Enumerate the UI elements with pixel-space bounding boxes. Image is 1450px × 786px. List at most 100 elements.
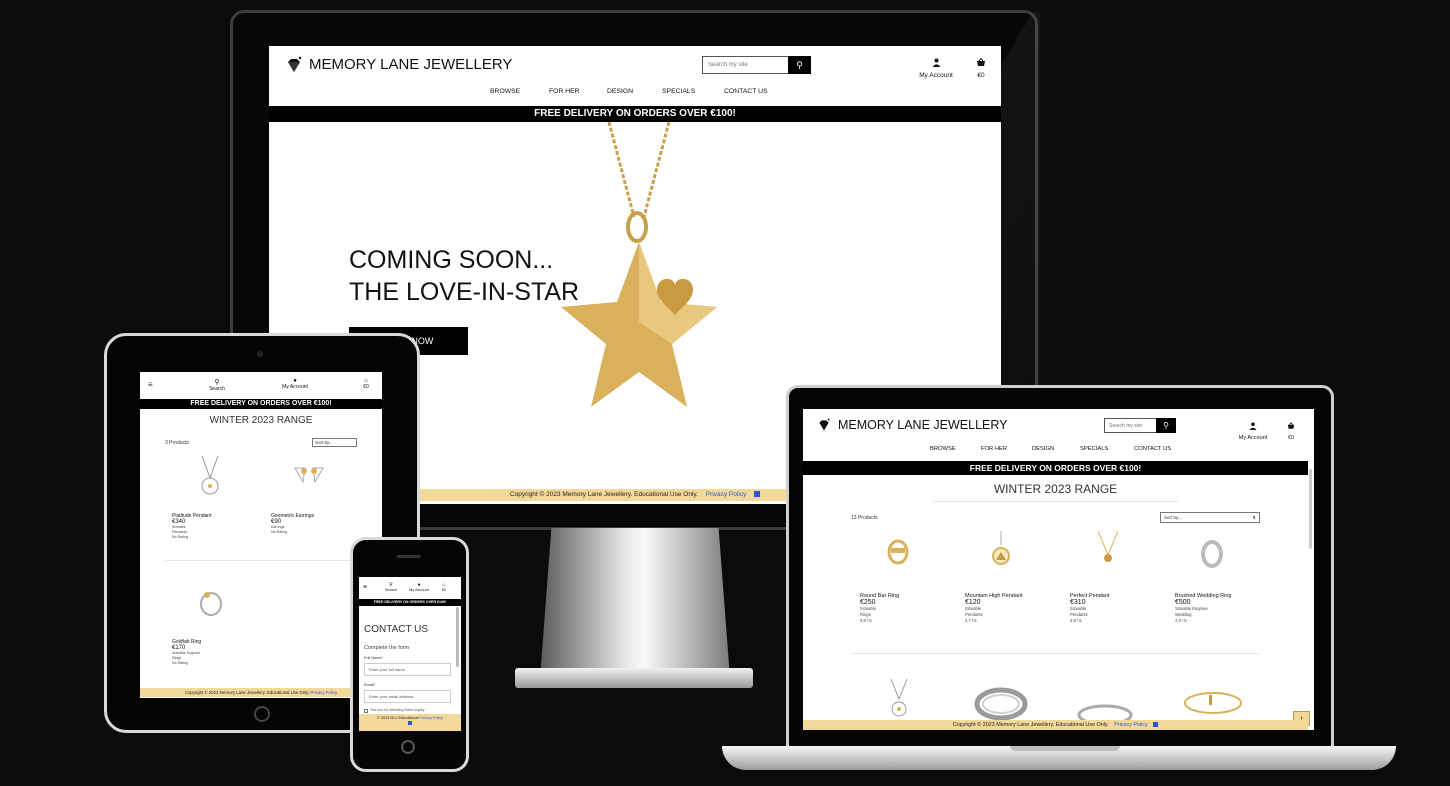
laptop-nav-contact-us[interactable]: CONTACT US (1134, 446, 1171, 452)
phone-account[interactable]: ● My Account (405, 582, 433, 592)
laptop-search-button[interactable]: ⚲ (1156, 418, 1176, 433)
laptop-account-link[interactable]: My Account (1231, 417, 1275, 441)
phone-privacy-link[interactable]: Privacy Policy (419, 716, 443, 720)
tablet-home-button[interactable] (254, 706, 270, 722)
phone-scrollbar[interactable] (456, 607, 459, 667)
tablet-basket[interactable]: ⌂ €0 (360, 378, 372, 390)
phone-search-label: Search (384, 588, 398, 592)
laptop-screen: MEMORY LANE JEWELLERY ⚲ My Account €0 BR… (803, 409, 1314, 730)
hamburger-icon[interactable]: ≡ (363, 584, 367, 591)
laptop-nav-for-her[interactable]: FOR HER (981, 446, 1007, 452)
laptop-heading-rule (933, 501, 1178, 502)
tablet-product-image (200, 592, 222, 616)
tablet-privacy-link[interactable]: Privacy Policy (310, 690, 337, 695)
laptop-product-image (1201, 540, 1223, 568)
phone-wedding-checkbox[interactable] (364, 709, 368, 713)
diamond-icon[interactable] (285, 56, 303, 79)
phone-subheading: Complete the form (364, 645, 410, 651)
basket-icon (1287, 422, 1295, 429)
laptop-brand-logo[interactable]: MEMORY LANE JEWELLERY (838, 418, 1008, 432)
phone-screen: ≡ ⚲ Search ● My Account ⌂ €0 FREE DELIVE… (359, 577, 461, 731)
phone-account-label: My Account (409, 588, 429, 592)
phone-search[interactable]: ⚲ Search (383, 582, 399, 592)
facebook-icon[interactable] (754, 491, 761, 498)
phone-banner: FREE DELIVERY ON ORDERS OVER €100! (359, 599, 461, 606)
laptop-product-image (992, 531, 1010, 565)
tablet-sort-select[interactable]: Sort by... (312, 438, 357, 447)
diamond-icon[interactable] (817, 418, 831, 437)
phone-speaker (397, 555, 421, 558)
laptop-product-price: €310 (1070, 599, 1086, 606)
phone-email-input[interactable]: Enter your email address (364, 690, 451, 703)
laptop-product-image (1097, 531, 1119, 562)
tablet-product-image (201, 456, 219, 495)
laptop-product-count: 13 Products (851, 515, 878, 521)
laptop-sort-select[interactable]: Sort by... ⬍ (1160, 512, 1260, 523)
phone-name-input[interactable]: Enter your full name (364, 663, 451, 676)
laptop-product-image (974, 687, 1028, 721)
nav-for-her[interactable]: FOR HER (549, 88, 580, 95)
facebook-icon[interactable] (1153, 722, 1159, 728)
tablet-cart-total: €0 (363, 384, 369, 390)
phone-footer-copyright: © 2023 MLJ Educational (376, 716, 419, 720)
laptop-search-input[interactable] (1104, 418, 1158, 433)
laptop-product-rating: 4.8 / 5 (860, 618, 872, 623)
basket-icon (977, 57, 985, 66)
nav-specials[interactable]: SPECIALS (662, 88, 695, 95)
laptop-banner: FREE DELIVERY ON ORDERS OVER €100! (803, 461, 1308, 475)
laptop-basket-link[interactable]: €0 (1285, 417, 1297, 441)
laptop-product-image (887, 539, 909, 565)
nav-browse[interactable]: BROWSE (490, 88, 520, 95)
user-icon (1249, 422, 1257, 430)
laptop-product-price: €500 (1175, 599, 1191, 606)
tablet-product-rating: No Rating (172, 661, 188, 665)
nav-design[interactable]: DESIGN (607, 88, 633, 95)
laptop-divider (851, 653, 1260, 654)
laptop-nav-design[interactable]: DESIGN (1032, 446, 1054, 452)
laptop-product-rating: 4.7 / 5 (965, 618, 977, 623)
laptop-scrollbar[interactable] (1309, 469, 1312, 549)
account-label: My Account (919, 72, 953, 79)
footer-copyright: Copyright © 2023 Memory Lane Jewellery. … (509, 491, 698, 498)
phone-heading: CONTACT US (364, 624, 429, 635)
tablet-product-image (294, 467, 324, 484)
laptop-heading: WINTER 2023 RANGE (993, 482, 1118, 496)
search-icon: ⚲ (214, 379, 220, 386)
facebook-icon[interactable] (408, 721, 412, 725)
laptop-product-rating: 4.8 / 5 (1070, 618, 1082, 623)
tablet-product-rating: No Rating (271, 530, 287, 534)
nav-contact-us[interactable]: CONTACT US (724, 88, 768, 95)
tablet-footer-copyright: Copyright © 2023 Memory Lane Jewellery. … (184, 690, 310, 695)
tablet-heading: WINTER 2023 RANGE (209, 415, 313, 426)
tablet-account-label: My Account (282, 384, 308, 390)
phone-checkbox-label: Tick box for Wedding Band inquiry (370, 708, 425, 712)
search-input[interactable] (702, 56, 790, 74)
phone-name-label: Full Name* (364, 656, 383, 660)
tablet-camera (257, 351, 263, 357)
privacy-policy-link[interactable]: Privacy Policy (706, 491, 746, 498)
tablet-search-label: Search (209, 386, 225, 392)
laptop-nav-specials[interactable]: SPECIALS (1080, 446, 1108, 452)
laptop-cart-total: €0 (1287, 435, 1295, 441)
phone-cart-total: €0 (441, 588, 447, 592)
phone-email-label: Email* (364, 683, 375, 687)
laptop-nav-browse[interactable]: BROWSE (930, 446, 956, 452)
laptop-notch (1010, 746, 1120, 751)
phone-basket[interactable]: ⌂ €0 (439, 582, 449, 592)
search-button[interactable]: ⚲ (788, 56, 811, 74)
phone-home-button[interactable] (401, 740, 415, 754)
search-icon: ⚲ (796, 60, 803, 70)
user-icon (932, 58, 940, 67)
tablet-account[interactable]: ● My Account (280, 378, 310, 390)
hero-title-line1: COMING SOON... (349, 246, 554, 274)
hamburger-icon[interactable]: ≡ (148, 380, 153, 389)
account-link[interactable]: My Account (914, 54, 958, 79)
laptop-privacy-link[interactable]: Privacy Policy (1114, 722, 1148, 728)
monitor-stand (540, 528, 730, 678)
basket-link[interactable]: €0 (973, 54, 989, 79)
delivery-banner: FREE DELIVERY ON ORDERS OVER €100! (269, 106, 1001, 122)
laptop-product-price: €120 (965, 599, 981, 606)
hero-title-line2: THE LOVE-IN-STAR (349, 278, 580, 306)
brand-logo[interactable]: MEMORY LANE JEWELLERY (309, 56, 512, 73)
tablet-search[interactable]: ⚲ Search (207, 378, 227, 392)
